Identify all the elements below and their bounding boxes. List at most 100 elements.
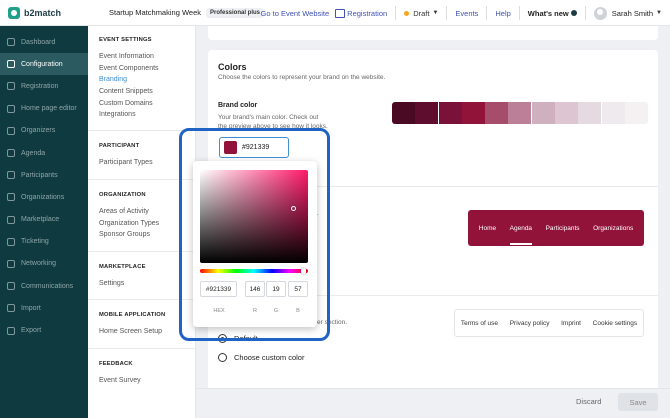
- status-dropdown[interactable]: Draft ▼: [404, 9, 438, 18]
- divider: [584, 6, 586, 20]
- previous-card: [208, 26, 658, 40]
- communications-icon: [7, 282, 15, 291]
- saturation-handle[interactable]: [291, 206, 296, 211]
- sidebar-item-label: Dashboard: [21, 38, 56, 46]
- subnav-item-event-information[interactable]: Event Information: [99, 53, 154, 60]
- import-icon: [7, 304, 15, 313]
- divider: [395, 6, 397, 20]
- color-shade: [438, 102, 462, 124]
- participants-icon: [7, 171, 15, 180]
- divider: [518, 6, 520, 20]
- green-label: G: [273, 308, 279, 314]
- color-picker-popover: #921339 146 19 57 HEX R G B: [193, 161, 317, 327]
- color-shade: [578, 102, 602, 124]
- hue-handle[interactable]: [301, 268, 306, 274]
- preview-nav-item: Agenda: [509, 224, 533, 245]
- radio-label: Choose custom color: [234, 353, 305, 362]
- status-label: Draft: [413, 8, 430, 18]
- sidebar-item-communications[interactable]: Communications: [0, 275, 88, 297]
- sidebar-item-import[interactable]: Import: [0, 297, 88, 319]
- color-shade: [624, 102, 648, 124]
- subnav-heading-feedback: FEEDBACK: [99, 361, 133, 367]
- saturation-value-area[interactable]: [200, 170, 308, 263]
- sidebar-item-agenda[interactable]: Agenda: [0, 142, 88, 164]
- hex-input[interactable]: #921339: [200, 281, 237, 297]
- radio-button[interactable]: [218, 353, 227, 362]
- blue-label: B: [296, 308, 300, 314]
- subnav-item-custom-domains[interactable]: Custom Domains: [99, 100, 153, 107]
- footer-preview-link: Privacy policy: [509, 319, 550, 327]
- sidebar-item-label: Ticketing: [21, 238, 49, 246]
- home-icon: [7, 104, 15, 113]
- subnav-heading-event-settings: EVENT SETTINGS: [99, 37, 152, 43]
- hue-slider[interactable]: [200, 269, 308, 273]
- top-bar-actions: Go to Event Website Registration Draft ▼…: [261, 0, 662, 26]
- subnav-item-home-screen-setup[interactable]: Home Screen Setup: [99, 328, 162, 335]
- subnav-item-marketplace-settings[interactable]: Settings: [99, 280, 124, 287]
- red-label: R: [253, 308, 257, 314]
- subnav-item-areas-of-activity[interactable]: Areas of Activity: [99, 208, 149, 215]
- red-input[interactable]: 146: [245, 281, 265, 297]
- sidebar-item-export[interactable]: Export: [0, 319, 88, 341]
- divider: [88, 348, 196, 349]
- blue-input-value: 57: [294, 285, 302, 293]
- logo-icon: [8, 6, 20, 19]
- sidebar-item-label: Import: [21, 304, 41, 312]
- subnav-item-organization-types[interactable]: Organization Types: [99, 220, 159, 227]
- hex-label: HEX: [213, 308, 225, 314]
- divider: [486, 6, 488, 20]
- help-link[interactable]: Help: [495, 9, 510, 18]
- divider: [88, 130, 196, 131]
- sidebar-item-organizers[interactable]: Organizers: [0, 120, 88, 142]
- sidebar-item-participants[interactable]: Participants: [0, 164, 88, 186]
- footer-preview-link: Terms of use: [460, 319, 499, 327]
- user-name: Sarah Smith: [611, 8, 654, 18]
- subnav-item-sponsor-groups[interactable]: Sponsor Groups: [99, 231, 150, 238]
- brand-color-shades: [392, 102, 648, 124]
- marketplace-icon: [7, 215, 15, 224]
- sidebar-item-configuration[interactable]: Configuration: [0, 53, 88, 76]
- events-link[interactable]: Events: [455, 9, 478, 18]
- chevron-down-icon: ▼: [432, 10, 439, 16]
- subnav-item-event-survey[interactable]: Event Survey: [99, 377, 141, 384]
- hex-input-value: #921339: [205, 285, 232, 293]
- sidebar-item-label: Marketplace: [21, 216, 60, 224]
- sidebar-item-ticketing[interactable]: Ticketing: [0, 231, 88, 253]
- sidebar-item-marketplace[interactable]: Marketplace: [0, 209, 88, 231]
- save-button[interactable]: Save: [618, 393, 658, 411]
- radio-custom-option[interactable]: Choose custom color: [218, 353, 304, 362]
- green-input[interactable]: 19: [266, 281, 286, 297]
- ticket-icon: [7, 237, 15, 246]
- sidebar-item-registration[interactable]: Registration: [0, 75, 88, 97]
- registration-link[interactable]: Registration: [335, 8, 387, 18]
- preview-nav-item: Participants: [545, 224, 580, 232]
- logo[interactable]: b2match: [0, 6, 88, 19]
- subnav-item-content-snippets[interactable]: Content Snippets: [99, 88, 153, 95]
- registration-icon: [7, 82, 15, 91]
- organizers-icon: [7, 126, 15, 135]
- registration-icon: [335, 8, 346, 18]
- subnav-heading-marketplace: MARKETPLACE: [99, 264, 146, 270]
- sidebar-item-home-page-editor[interactable]: Home page editor: [0, 98, 88, 120]
- sidebar-item-organizations[interactable]: Organizations: [0, 186, 88, 208]
- footer-preview: Terms of use Privacy policy Imprint Cook…: [454, 309, 644, 337]
- whats-new-button[interactable]: What's new: [528, 9, 577, 18]
- subnav-item-integrations[interactable]: Integrations: [99, 111, 136, 118]
- subnav-item-event-components[interactable]: Event Components: [99, 65, 159, 72]
- sidebar-item-dashboard[interactable]: Dashboard: [0, 31, 88, 53]
- discard-button[interactable]: Discard: [576, 397, 601, 406]
- gear-icon: [7, 60, 15, 69]
- user-menu[interactable]: Sarah Smith ▼: [593, 6, 662, 20]
- plan-badge: Professional plus: [206, 7, 265, 18]
- chevron-down-icon: ▼: [656, 10, 662, 16]
- go-to-event-link[interactable]: Go to Event Website: [261, 9, 330, 18]
- red-input-value: 146: [249, 285, 261, 293]
- brand-color-input[interactable]: #921339: [219, 137, 289, 158]
- subnav-item-participant-types[interactable]: Participant Types: [99, 159, 153, 166]
- blue-input[interactable]: 57: [288, 281, 308, 297]
- color-shade: [485, 102, 509, 124]
- subnav-item-branding[interactable]: Branding: [99, 76, 127, 83]
- sidebar-item-networking[interactable]: Networking: [0, 253, 88, 275]
- color-preview-swatch: [224, 141, 237, 154]
- sidebar-item-label: Registration: [21, 82, 59, 90]
